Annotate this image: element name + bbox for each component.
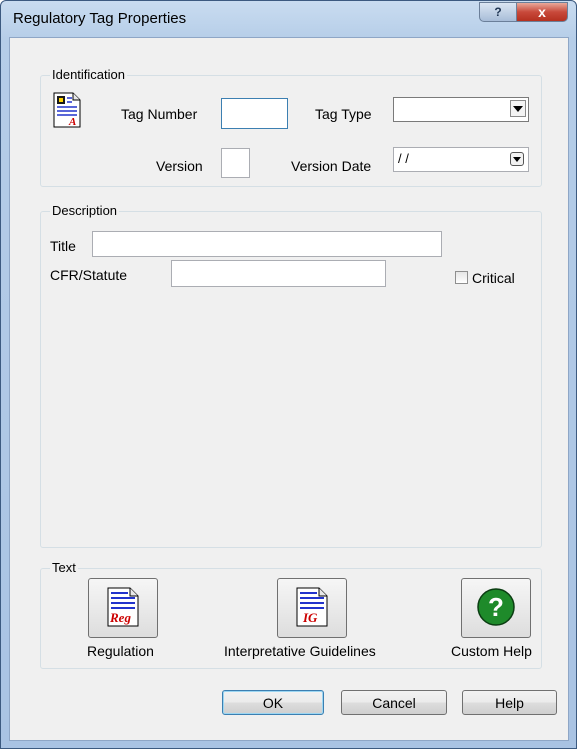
interpretative-guidelines-label: Interpretative Guidelines (224, 643, 376, 659)
title-help-button[interactable]: ? (479, 2, 517, 22)
close-button[interactable]: x (516, 2, 568, 22)
tag-type-label: Tag Type (315, 106, 372, 122)
version-date-picker[interactable]: / / (393, 147, 529, 172)
regulation-document-icon: Reg (106, 587, 140, 630)
custom-help-button[interactable]: ? (461, 578, 531, 638)
version-input[interactable] (221, 148, 250, 178)
dialog-client-area: Identification A Tag Number Tag Type Ver… (9, 37, 569, 741)
cfr-statute-input[interactable] (171, 260, 386, 287)
calendar-dropdown-button[interactable] (510, 152, 524, 166)
tag-number-input[interactable] (221, 98, 288, 129)
tag-type-select[interactable] (393, 97, 529, 122)
regulation-button[interactable]: Reg (88, 578, 158, 638)
document-icon: A (52, 92, 82, 131)
title-input[interactable] (92, 231, 442, 257)
title-label: Title (50, 238, 76, 254)
interpretative-guidelines-button[interactable]: IG (277, 578, 347, 638)
chevron-down-icon (513, 105, 523, 112)
version-label: Version (156, 158, 203, 174)
cfr-statute-label: CFR/Statute (50, 267, 128, 283)
critical-label: Critical (472, 270, 515, 286)
help-circle-icon: ? (476, 587, 516, 630)
critical-checkbox[interactable] (455, 271, 468, 284)
version-date-label: Version Date (291, 158, 372, 174)
tag-number-label: Tag Number (121, 106, 198, 122)
version-date-value: / / (398, 151, 409, 166)
regulation-label: Regulation (87, 643, 154, 659)
guidelines-document-icon: IG (295, 587, 329, 630)
svg-text:A: A (68, 116, 76, 128)
description-group: Description Title CFR/Statute Critical (40, 203, 542, 548)
tag-type-dropdown-arrow[interactable] (510, 100, 526, 117)
dialog-window: Regulatory Tag Properties ? x Identifica… (0, 0, 577, 749)
title-bar[interactable]: Regulatory Tag Properties ? x (1, 1, 576, 37)
custom-help-label: Custom Help (451, 643, 532, 659)
identification-legend: Identification (50, 67, 127, 82)
window-title: Regulatory Tag Properties (13, 10, 187, 27)
identification-group: Identification A Tag Number Tag Type Ver… (40, 67, 542, 187)
cancel-button[interactable]: Cancel (341, 690, 447, 715)
close-icon: x (538, 4, 546, 20)
svg-text:?: ? (488, 592, 504, 622)
description-legend: Description (50, 203, 120, 218)
text-group: Text Reg Regulation IG Interpretative Gu… (40, 560, 542, 669)
svg-text:IG: IG (302, 610, 318, 625)
svg-text:Reg: Reg (109, 610, 131, 625)
question-icon: ? (494, 5, 502, 19)
chevron-down-icon (513, 156, 521, 162)
ok-button[interactable]: OK (222, 690, 324, 715)
help-button[interactable]: Help (462, 690, 557, 715)
text-legend: Text (50, 560, 78, 575)
